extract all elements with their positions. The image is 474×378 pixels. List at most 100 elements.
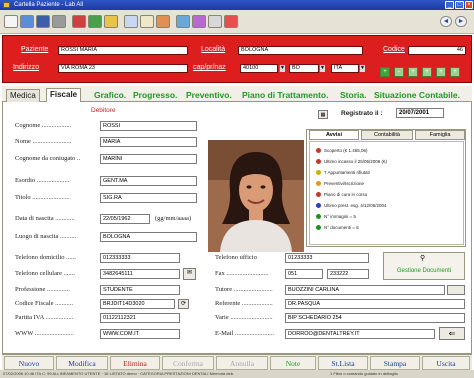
- print-icon[interactable]: [52, 15, 66, 28]
- toolbar: ◄ ►: [0, 10, 474, 34]
- tab-strip: Medica Fiscale Grafico. Progresso. Preve…: [2, 86, 472, 103]
- stampa-button[interactable]: Stampa: [370, 356, 420, 370]
- note-button[interactable]: Note: [270, 356, 316, 370]
- annulla-button[interactable]: Annulla: [216, 356, 268, 370]
- registrato-field[interactable]: 20/07/2001: [396, 108, 444, 118]
- link-progresso[interactable]: Progresso.: [133, 89, 177, 101]
- tab-famiglia[interactable]: Famiglia: [415, 130, 465, 140]
- data-format-hint: (gg/mm/aaaa): [155, 215, 192, 222]
- patient-icon[interactable]: [156, 15, 170, 28]
- fax-prefix-field[interactable]: 051: [285, 269, 323, 279]
- green-button-2[interactable]: -: [394, 67, 404, 77]
- www-label: WWW ........................: [15, 330, 74, 337]
- doc-icon[interactable]: [140, 15, 154, 28]
- info-icon[interactable]: [224, 15, 238, 28]
- data-nascita-field[interactable]: 22/05/1962: [100, 214, 150, 224]
- maximize-button[interactable]: □: [455, 1, 464, 9]
- email-field[interactable]: DORROO@DENTALTREY.IT: [285, 329, 435, 339]
- fax-field[interactable]: 233222: [327, 269, 369, 279]
- paziente-field[interactable]: ROSSI MARIA: [58, 46, 188, 55]
- tutore-lookup-button[interactable]: [447, 285, 465, 295]
- save-icon[interactable]: [36, 15, 50, 28]
- partita-iva-field[interactable]: 01122112321: [100, 313, 180, 323]
- green-button-6[interactable]: +: [450, 67, 460, 77]
- tutore-field[interactable]: BUOZZINI CARLINA: [285, 285, 445, 295]
- professione-field[interactable]: STUDENTE: [100, 285, 180, 295]
- tab-fiscale[interactable]: Fiscale: [46, 88, 82, 103]
- provincia-dropdown-icon[interactable]: ▼: [319, 65, 325, 72]
- cap-dropdown-icon[interactable]: ▼: [279, 65, 285, 72]
- tel-cellulare-field[interactable]: 3482645111: [100, 269, 180, 279]
- cognome-coniugato-field[interactable]: MARINI: [100, 154, 197, 164]
- status-text: 07/02/2006 10:46 ITA C: 99 ALLINEAMENTO …: [3, 371, 235, 376]
- conferma-button[interactable]: Conferma: [162, 356, 214, 370]
- elimina-button[interactable]: Elimina: [110, 356, 160, 370]
- link-preventivo[interactable]: Preventivo.: [186, 89, 232, 101]
- nazione-field[interactable]: ITA: [331, 64, 359, 73]
- paziente-label: Paziente: [21, 46, 49, 53]
- codice-field[interactable]: 46: [408, 46, 466, 55]
- link-situazione-contabile[interactable]: Situazione Contabile.: [374, 89, 472, 101]
- nuovo-button[interactable]: Nuovo: [4, 356, 54, 370]
- link-storia[interactable]: Storia.: [340, 89, 366, 101]
- green-button-1[interactable]: +: [380, 67, 390, 77]
- tab-avvisi[interactable]: Avvisi: [309, 130, 359, 140]
- green-button-4[interactable]: +: [422, 67, 432, 77]
- varie-field[interactable]: BIP SCHEDARIO 254: [285, 313, 465, 323]
- gestione-documenti-button[interactable]: ⚲ Gestione Documenti: [383, 252, 465, 280]
- chart-icon[interactable]: [88, 15, 102, 28]
- alert-dot-icon: [316, 225, 321, 231]
- tab-contabilita[interactable]: Contabilità: [361, 130, 413, 140]
- sms-icon[interactable]: ✉: [183, 268, 196, 280]
- uscita-button[interactable]: Uscita: [422, 356, 470, 370]
- cognome-field[interactable]: ROSSI: [100, 121, 197, 131]
- green-button-5[interactable]: +: [436, 67, 446, 77]
- new-icon[interactable]: [4, 15, 18, 28]
- luogo-nascita-field[interactable]: BOLOGNA: [100, 232, 197, 242]
- titolo-label: Titolo .......................: [15, 194, 70, 201]
- action-bar: Nuovo Modifica Elimina Conferma Annulla …: [2, 354, 472, 370]
- minimize-button[interactable]: _: [445, 1, 454, 9]
- st-lista-button[interactable]: St.Lista: [318, 356, 368, 370]
- tel-ufficio-field[interactable]: 01233333: [285, 253, 369, 263]
- settings-icon[interactable]: [208, 15, 222, 28]
- referente-field[interactable]: DR.PASQUA: [285, 299, 465, 309]
- folder-icon[interactable]: [104, 15, 118, 28]
- alert-dot-icon: [316, 148, 321, 154]
- modifica-button[interactable]: Modifica: [56, 356, 108, 370]
- link-grafico[interactable]: Grafico.: [94, 89, 126, 101]
- indirizzo-field[interactable]: VIA ROMA 23: [58, 64, 188, 73]
- list-item: N° immagini = 5: [316, 214, 356, 220]
- list-item: 7 Appuntamenti rifiutati: [316, 170, 370, 176]
- title-bar: Cartella Paziente - Lab All _ □ ×: [0, 0, 474, 10]
- nazione-dropdown-icon[interactable]: ▼: [359, 65, 365, 72]
- nav-prev-button[interactable]: ◄: [440, 16, 452, 27]
- codice-fiscale-field[interactable]: BRJDIT14D3020: [100, 299, 175, 309]
- nome-field[interactable]: MARIA: [100, 137, 197, 147]
- localita-field[interactable]: BOLOGNA: [238, 46, 363, 55]
- tel-cellulare-label: Telefono cellulare .......: [15, 270, 76, 277]
- search-icon[interactable]: [176, 15, 190, 28]
- tel-domicilio-field[interactable]: 012333333: [100, 253, 180, 263]
- link-piano-trattamento[interactable]: Piano di Trattamento.: [242, 89, 328, 101]
- calendar-icon[interactable]: ▦: [318, 110, 328, 119]
- tools-icon[interactable]: [72, 15, 86, 28]
- www-field[interactable]: WWW.COM.IT: [100, 329, 180, 339]
- nome-label: Nome ........................: [15, 138, 72, 145]
- tab-medica[interactable]: Medica: [6, 89, 40, 102]
- calc-icon[interactable]: [124, 15, 138, 28]
- provincia-field[interactable]: BO: [289, 64, 319, 73]
- list-item: Preventivi/Iscrizione: [316, 181, 364, 187]
- phone-icon[interactable]: [192, 15, 206, 28]
- green-button-3[interactable]: +: [408, 67, 418, 77]
- status-hint: 1 Filtro o comando guidato in dettaglio: [330, 371, 398, 376]
- cap-field[interactable]: 40100: [240, 64, 278, 73]
- titolo-field[interactable]: SIG.RA: [100, 193, 197, 203]
- nav-next-button[interactable]: ►: [455, 16, 467, 27]
- send-email-icon[interactable]: ⇐: [439, 327, 465, 340]
- esordio-field[interactable]: GENT.MA: [100, 176, 197, 186]
- calc-codice-fiscale-icon[interactable]: ⟳: [178, 299, 189, 309]
- registrato-label: Registrato il :: [341, 110, 383, 117]
- open-icon[interactable]: [20, 15, 34, 28]
- close-button[interactable]: ×: [465, 1, 473, 9]
